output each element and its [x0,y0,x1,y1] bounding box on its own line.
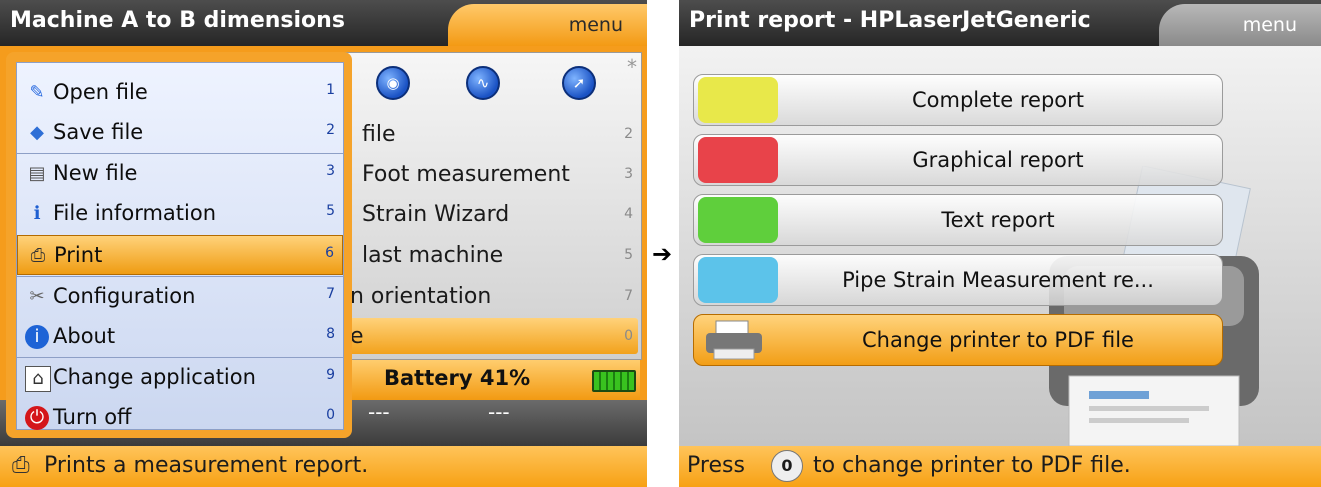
background-row-key: 0 [624,328,633,344]
menu-item-label: Save file [53,120,144,144]
menu-item-key: 9 [326,367,335,383]
key-zero-icon: 0 [771,450,803,482]
background-row[interactable]: n orientation [350,284,491,309]
right-screen: menu Print report - HPLaserJetGeneric Co… [679,0,1321,487]
title-bar: menu Print report - HPLaserJetGeneric [679,0,1321,46]
menu-item-change-application[interactable]: ⌂ Change application 9 [17,358,343,398]
menu-item-label: File information [53,201,217,225]
configuration-icon: ✂ [29,286,45,307]
background-row-key: 3 [624,166,633,182]
menu-item-file-information[interactable]: ℹ File information 5 [17,194,343,234]
menu-item-key: 0 [326,407,335,423]
text-report-icon [698,197,778,243]
print-icon: ⎙ [30,245,46,266]
menu-item-key: 8 [326,326,335,342]
menu-list: ✎ Open file 1 ◆ Save file 2 ▤ New file 3… [16,62,344,430]
battery-text: Battery 41% [384,366,531,390]
complete-report-icon [698,77,778,123]
pipe-strain-report-button[interactable]: Pipe Strain Measurement re... [693,254,1223,306]
background-row-key: 7 [624,288,633,304]
menu-item-turn-off[interactable]: ⏻ Turn off 0 [17,398,343,438]
menu-item-label: Turn off [53,405,132,429]
menu-item-label: New file [53,161,138,185]
background-row[interactable]: Foot measurement [362,162,570,187]
status-bar: ⎙ Prints a measurement report. [0,446,647,487]
menu-item-new-file[interactable]: ▤ New file 3 [17,154,343,194]
page-title: Machine A to B dimensions [10,8,345,33]
menu-tab[interactable]: menu [448,4,647,46]
menu-item-save-file[interactable]: ◆ Save file 2 [17,113,343,153]
menu-item-label: About [53,324,116,348]
text-report-button[interactable]: Text report [693,194,1223,246]
graphical-report-button[interactable]: Graphical report [693,134,1223,186]
change-application-icon: ⌂ [25,366,51,392]
main-menu-popup: ✎ Open file 1 ◆ Save file 2 ▤ New file 3… [6,52,352,438]
button-label: Text report [941,208,1055,232]
background-row[interactable]: last machine [362,243,503,268]
menu-item-label: Print [54,243,103,267]
button-label: Pipe Strain Measurement re... [842,268,1154,292]
menu-item-key: 5 [326,203,335,219]
left-screen: menu Machine A to B dimensions * ◉ ∿ ➚ f… [0,0,647,487]
status-text-after: to change printer to PDF file. [813,453,1131,478]
button-label: Change printer to PDF file [862,328,1134,352]
background-row-key: 5 [624,247,633,263]
menu-item-open-file[interactable]: ✎ Open file 1 [17,73,343,113]
menu-item-key: 6 [325,245,334,261]
page-title: Print report - HPLaserJetGeneric [689,8,1091,33]
status-text-before: Press [687,453,745,478]
button-label: Graphical report [912,148,1084,172]
menu-label: menu [1242,14,1297,36]
pipe-strain-report-icon [698,257,778,303]
status-bar: Press 0 to change printer to PDF file. [679,446,1321,487]
menu-item-label: Open file [53,80,148,104]
status-print-icon: ⎙ [12,453,30,478]
arrow-icon: ➔ [652,240,673,268]
menu-item-key: 2 [326,122,335,138]
about-icon: i [25,325,49,349]
menu-item-about[interactable]: i About 8 [17,317,343,357]
battery-icon [592,370,636,392]
title-bar: menu Machine A to B dimensions [0,0,647,46]
change-printer-pdf-button[interactable]: Change printer to PDF file [693,314,1223,366]
background-row[interactable]: e [350,324,364,349]
menu-item-key: 7 [326,286,335,302]
toolbar-icon-1[interactable]: ◉ [376,66,410,100]
background-row-key: 2 [624,126,633,142]
background-selected-row [340,318,638,354]
menu-item-label: Change application [53,365,256,389]
menu-tab[interactable]: menu [1159,4,1321,46]
graphical-report-icon [698,137,778,183]
save-file-icon: ◆ [30,122,44,143]
menu-item-label: Configuration [53,284,196,308]
star-glyph: * [627,55,637,79]
file-information-icon: ℹ [33,203,41,224]
menu-item-key: 3 [326,163,335,179]
toolbar-icon-3[interactable]: ➚ [562,66,596,100]
complete-report-button[interactable]: Complete report [693,74,1223,126]
menu-item-print[interactable]: ⎙ Print 6 [17,235,343,275]
readout-dash: --- [488,400,510,424]
menu-label: menu [568,14,623,36]
new-file-icon: ▤ [28,163,46,184]
turn-off-icon: ⏻ [25,406,49,430]
menu-item-key: 1 [326,82,335,98]
menu-item-configuration[interactable]: ✂ Configuration 7 [17,277,343,317]
background-row[interactable]: file [362,122,396,147]
printer-icon [698,317,778,363]
toolbar-icon-2[interactable]: ∿ [466,66,500,100]
readout-dash: --- [368,400,390,424]
button-label: Complete report [911,88,1085,112]
background-row-key: 4 [624,206,633,222]
status-text: Prints a measurement report. [44,453,369,478]
background-row[interactable]: Strain Wizard [362,202,509,227]
open-file-icon: ✎ [29,82,45,103]
